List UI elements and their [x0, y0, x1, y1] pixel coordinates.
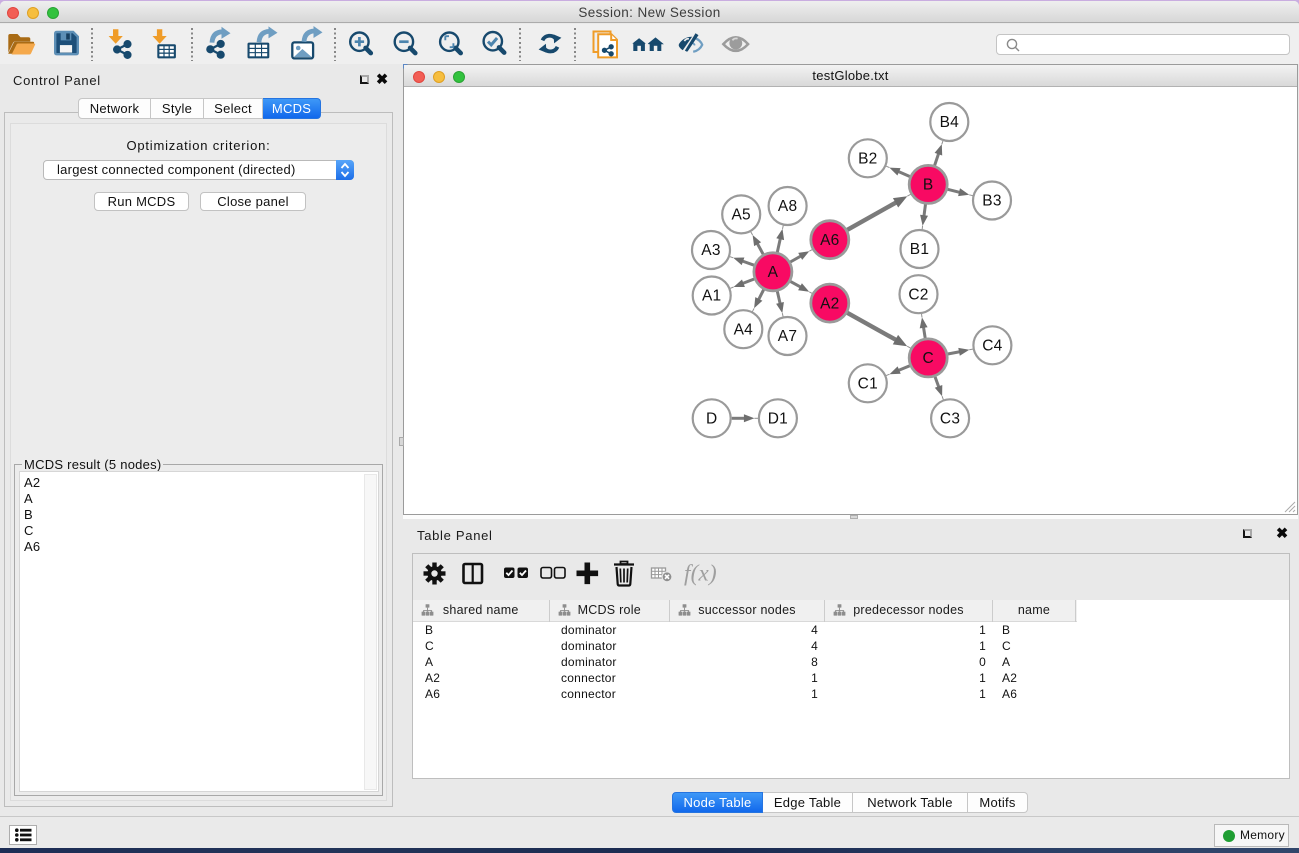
svg-text:A: A [768, 264, 779, 281]
svg-text:C4: C4 [982, 338, 1002, 355]
svg-text:A8: A8 [778, 198, 797, 215]
svg-text:C3: C3 [940, 411, 960, 428]
svg-text:C: C [922, 350, 933, 367]
svg-text:B4: B4 [940, 114, 960, 131]
svg-text:f(x): f(x) [684, 561, 717, 586]
svg-text:B3: B3 [982, 193, 1001, 210]
svg-text:D: D [706, 411, 717, 428]
svg-text:B1: B1 [910, 241, 929, 258]
svg-text:A4: A4 [734, 321, 754, 338]
svg-text:A3: A3 [701, 242, 720, 259]
svg-text:C2: C2 [908, 286, 928, 303]
svg-text:B: B [923, 177, 934, 194]
svg-text:B2: B2 [858, 151, 877, 168]
svg-text:A1: A1 [702, 288, 721, 305]
svg-text:A5: A5 [731, 207, 750, 224]
svg-text:D1: D1 [768, 411, 788, 428]
svg-text:A2: A2 [820, 295, 839, 312]
svg-text:C1: C1 [858, 376, 878, 393]
svg-text:A6: A6 [820, 232, 839, 249]
svg-text:A7: A7 [778, 328, 797, 345]
